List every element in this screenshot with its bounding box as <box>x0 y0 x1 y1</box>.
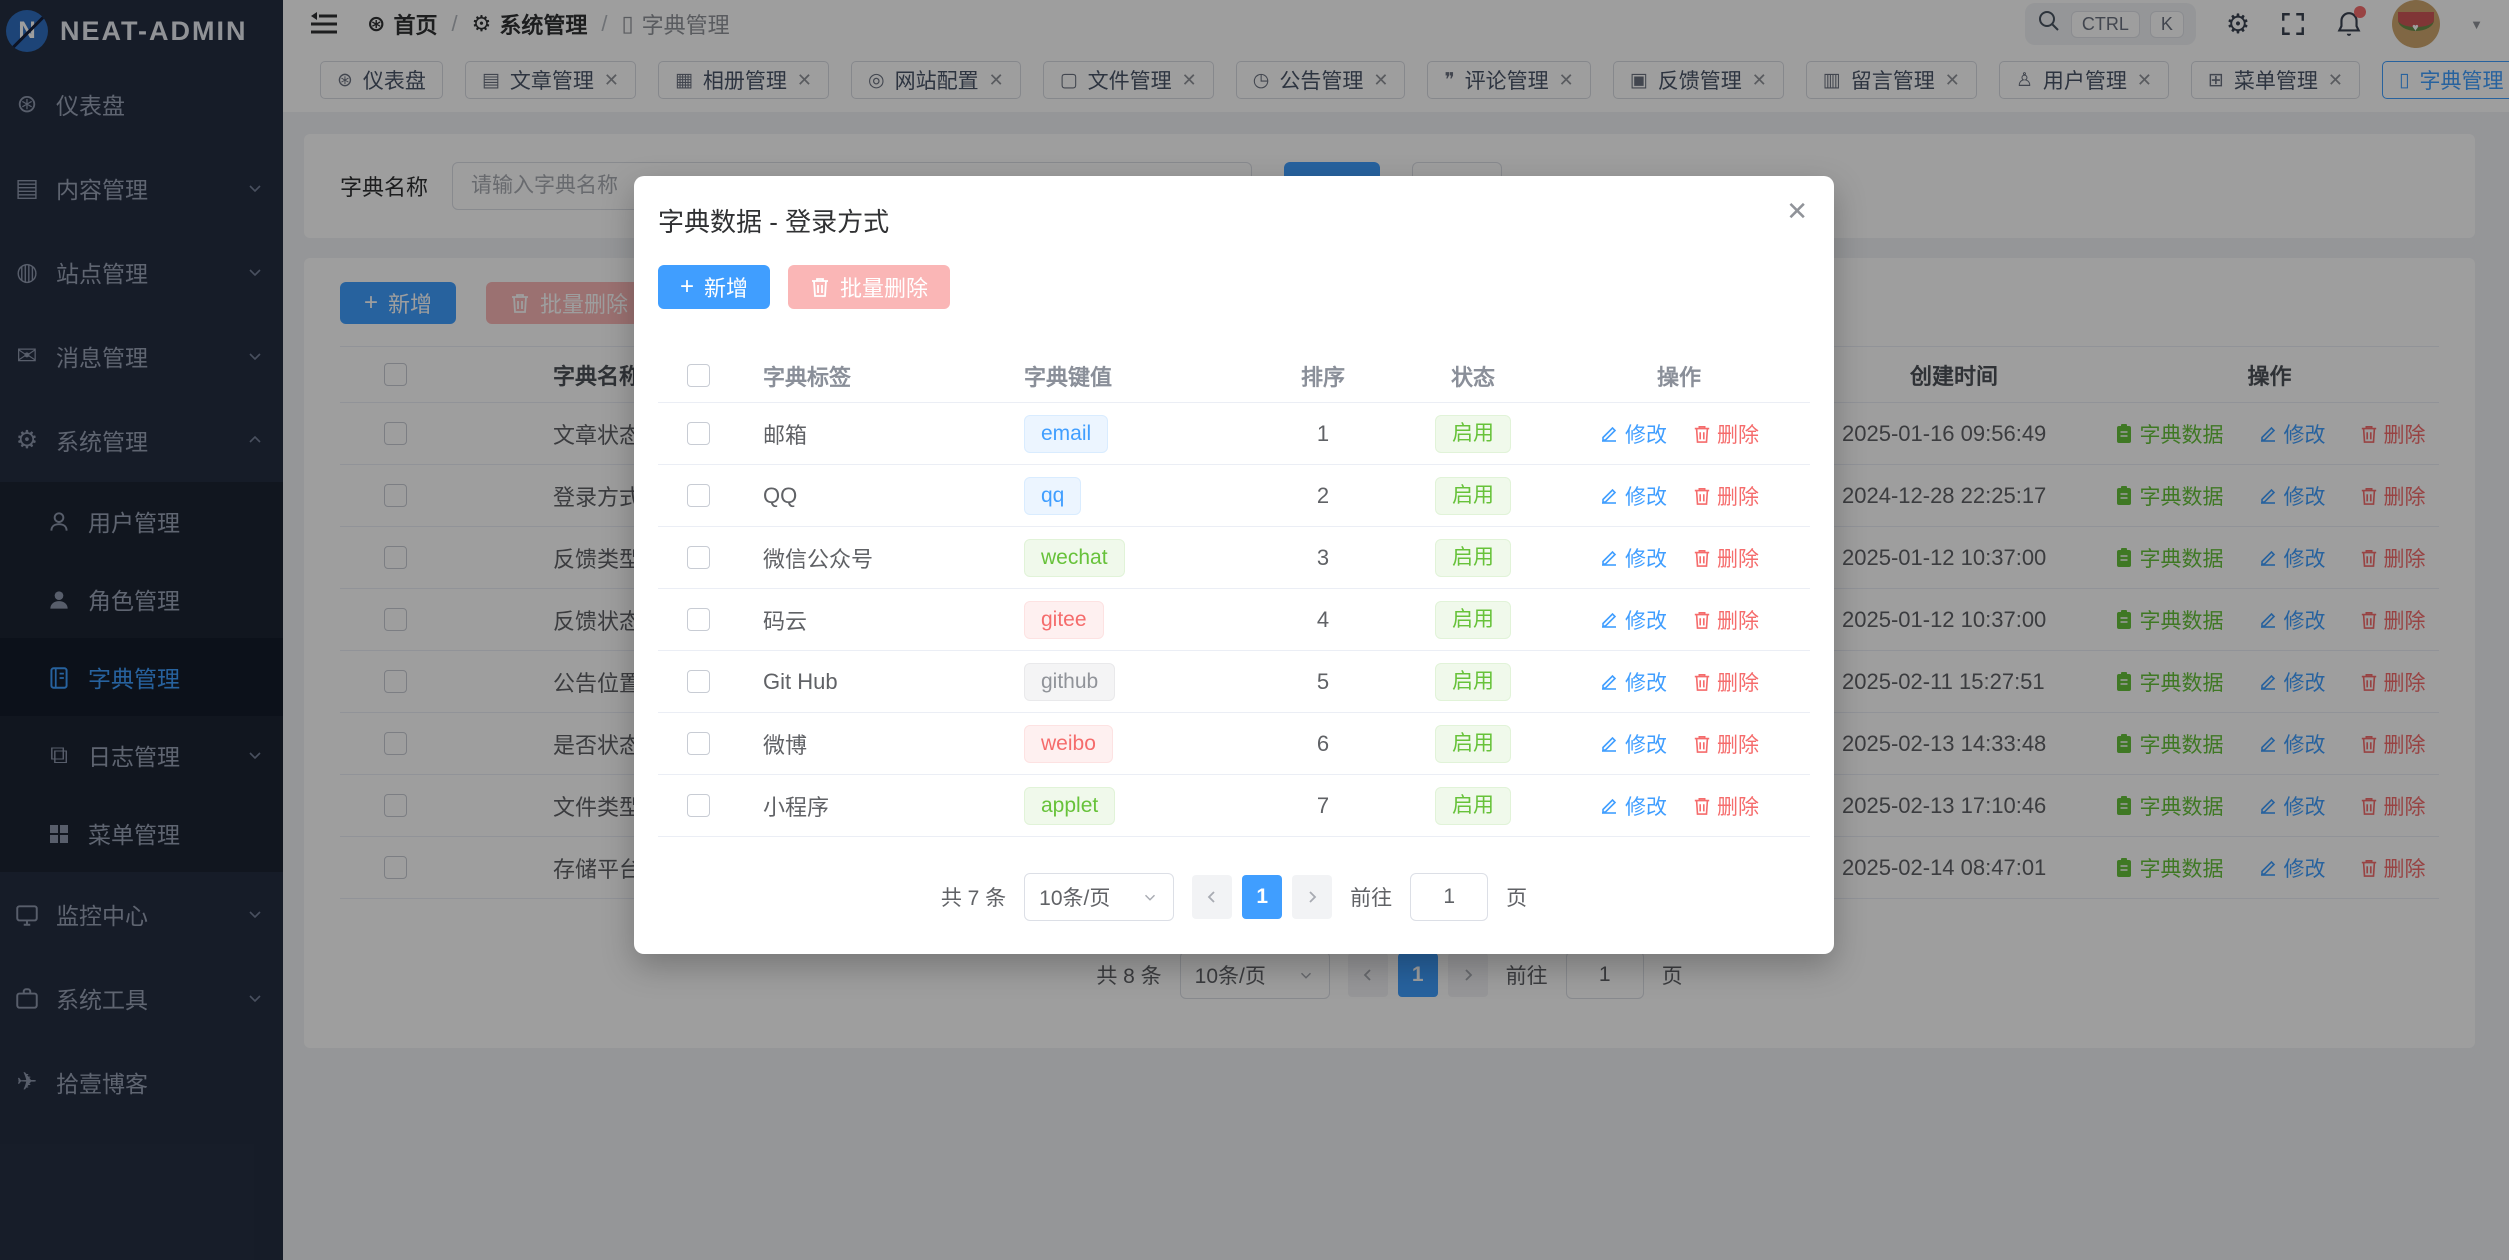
page-unit-label: 页 <box>1506 882 1527 912</box>
column-header-key: 字典键值 <box>1008 360 1248 392</box>
sort-value: 4 <box>1248 607 1398 633</box>
dict-key-tag: wechat <box>1024 539 1125 577</box>
dict-label: QQ <box>738 483 1008 509</box>
delete-link[interactable]: 删除 <box>1693 791 1759 821</box>
sort-value: 5 <box>1248 669 1398 695</box>
modal-table-row: 微博 weibo 6 启用 修改 删除 <box>658 713 1810 775</box>
modal-table-row: 码云 gitee 4 启用 修改 删除 <box>658 589 1810 651</box>
dict-key-tag: github <box>1024 663 1115 701</box>
modal-batch-delete-button[interactable]: 批量删除 <box>788 265 950 309</box>
trash-icon <box>1693 672 1711 692</box>
dict-data-modal: 字典数据 - 登录方式 ✕ + 新增 批量删除 字典标签 字典键值 排序 状态 … <box>634 176 1834 954</box>
delete-link[interactable]: 删除 <box>1693 419 1759 449</box>
modal-table-row: QQ qq 2 启用 修改 删除 <box>658 465 1810 527</box>
edit-icon <box>1599 424 1619 444</box>
trash-icon <box>1693 424 1711 444</box>
modal-table-row: Git Hub github 5 启用 修改 删除 <box>658 651 1810 713</box>
goto-page-input[interactable] <box>1410 873 1488 921</box>
delete-link[interactable]: 删除 <box>1693 729 1759 759</box>
dict-label: 微信公众号 <box>738 542 1008 574</box>
app-root: N NEAT-ADMIN ⊛ 仪表盘 ▤ 内容管理 ◍ 站点管理 ✉ 消息管理 … <box>0 0 2509 1260</box>
modal-table-header-row: 字典标签 字典键值 排序 状态 操作 <box>658 349 1810 403</box>
next-page-button[interactable] <box>1292 875 1332 919</box>
row-checkbox[interactable] <box>687 794 710 817</box>
close-modal-icon[interactable]: ✕ <box>1786 198 1808 224</box>
status-badge: 启用 <box>1435 539 1511 577</box>
modal-table: 字典标签 字典键值 排序 状态 操作 邮箱 email 1 启用 <box>658 349 1810 837</box>
status-badge: 启用 <box>1435 415 1511 453</box>
dict-label: 微博 <box>738 728 1008 760</box>
edit-icon <box>1599 672 1619 692</box>
sort-value: 6 <box>1248 731 1398 757</box>
row-checkbox[interactable] <box>687 484 710 507</box>
dict-key-tag: email <box>1024 415 1108 453</box>
trash-icon <box>810 276 830 298</box>
trash-icon <box>1693 486 1711 506</box>
modal-title: 字典数据 - 登录方式 <box>658 202 1810 239</box>
sort-value: 2 <box>1248 483 1398 509</box>
edit-icon <box>1599 486 1619 506</box>
status-badge: 启用 <box>1435 477 1511 515</box>
row-checkbox[interactable] <box>687 608 710 631</box>
modal-table-body: 邮箱 email 1 启用 修改 删除 <box>658 403 1810 837</box>
row-checkbox[interactable] <box>687 546 710 569</box>
edit-link[interactable]: 修改 <box>1599 481 1667 511</box>
modal-toolbar: + 新增 批量删除 <box>658 265 1810 309</box>
page-number-button[interactable]: 1 <box>1242 875 1282 919</box>
plus-icon: + <box>680 275 694 299</box>
trash-icon <box>1693 548 1711 568</box>
dict-label: 码云 <box>738 604 1008 636</box>
chevron-down-icon <box>1141 888 1159 906</box>
column-header-sort: 排序 <box>1248 360 1398 392</box>
goto-label: 前往 <box>1350 882 1392 912</box>
column-header-status: 状态 <box>1398 360 1548 392</box>
modal-pagination: 共 7 条 10条/页 1 前往 页 <box>658 873 1810 921</box>
dict-key-tag: applet <box>1024 787 1115 825</box>
edit-icon <box>1599 548 1619 568</box>
edit-icon <box>1599 734 1619 754</box>
modal-add-button[interactable]: + 新增 <box>658 265 770 309</box>
trash-icon <box>1693 796 1711 816</box>
edit-link[interactable]: 修改 <box>1599 791 1667 821</box>
pagination-total: 共 7 条 <box>941 882 1006 912</box>
modal-table-row: 邮箱 email 1 启用 修改 删除 <box>658 403 1810 465</box>
row-checkbox[interactable] <box>687 422 710 445</box>
dict-label: 邮箱 <box>738 418 1008 450</box>
column-header-label: 字典标签 <box>738 360 1008 392</box>
delete-link[interactable]: 删除 <box>1693 667 1759 697</box>
row-checkbox[interactable] <box>687 732 710 755</box>
modal-table-row: 小程序 applet 7 启用 修改 删除 <box>658 775 1810 837</box>
trash-icon <box>1693 734 1711 754</box>
status-badge: 启用 <box>1435 787 1511 825</box>
edit-link[interactable]: 修改 <box>1599 605 1667 635</box>
prev-page-button[interactable] <box>1192 875 1232 919</box>
trash-icon <box>1693 610 1711 630</box>
status-badge: 启用 <box>1435 601 1511 639</box>
sort-value: 3 <box>1248 545 1398 571</box>
edit-link[interactable]: 修改 <box>1599 729 1667 759</box>
dict-label: Git Hub <box>738 669 1008 695</box>
dict-key-tag: weibo <box>1024 725 1113 763</box>
edit-link[interactable]: 修改 <box>1599 667 1667 697</box>
row-checkbox[interactable] <box>687 670 710 693</box>
edit-link[interactable]: 修改 <box>1599 543 1667 573</box>
dict-key-tag: gitee <box>1024 601 1104 639</box>
modal-table-row: 微信公众号 wechat 3 启用 修改 删除 <box>658 527 1810 589</box>
column-header-actions: 操作 <box>1548 360 1810 392</box>
edit-link[interactable]: 修改 <box>1599 419 1667 449</box>
modal-select-all-checkbox[interactable] <box>687 364 710 387</box>
dict-key-tag: qq <box>1024 477 1081 515</box>
edit-icon <box>1599 796 1619 816</box>
status-badge: 启用 <box>1435 725 1511 763</box>
dict-label: 小程序 <box>738 790 1008 822</box>
edit-icon <box>1599 610 1619 630</box>
delete-link[interactable]: 删除 <box>1693 605 1759 635</box>
delete-link[interactable]: 删除 <box>1693 543 1759 573</box>
delete-link[interactable]: 删除 <box>1693 481 1759 511</box>
sort-value: 7 <box>1248 793 1398 819</box>
page-size-select[interactable]: 10条/页 <box>1024 873 1174 921</box>
sort-value: 1 <box>1248 421 1398 447</box>
status-badge: 启用 <box>1435 663 1511 701</box>
